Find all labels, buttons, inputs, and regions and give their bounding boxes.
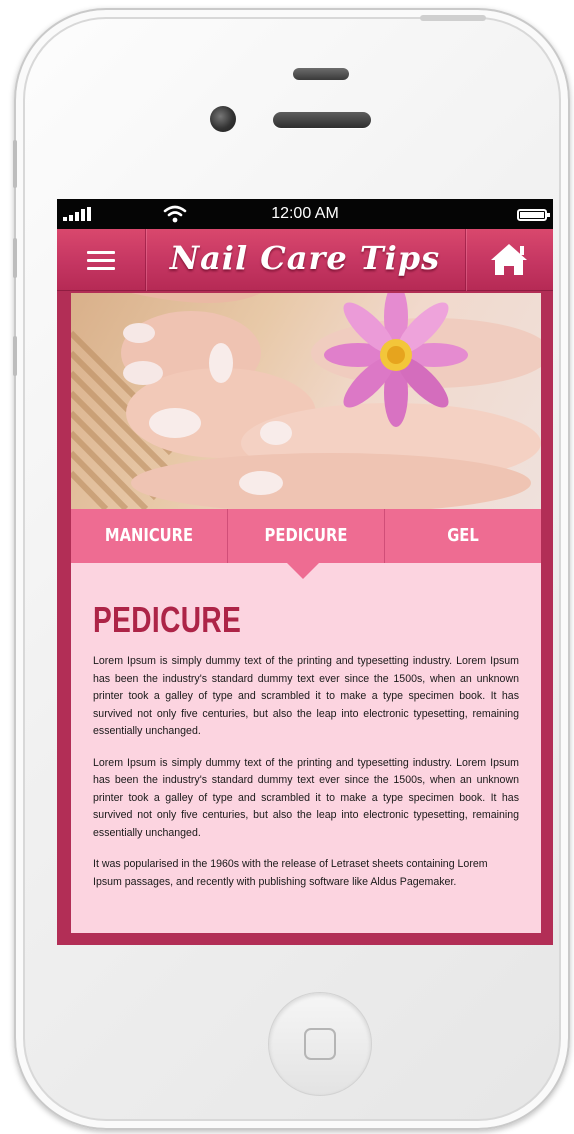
tab-pedicure[interactable]: PEDICURE [242,509,370,563]
front-camera [210,106,236,132]
battery-icon [517,209,550,221]
article-content: PEDICURE Lorem Ipsum is simply dummy tex… [71,563,541,933]
top-speaker [293,68,349,80]
article-paragraph: It was popularised in the 1960s with the… [93,858,488,888]
volume-down-button [13,336,17,376]
hero-image-nails-flower [71,293,541,509]
tab-manicure[interactable]: MANICURE [85,509,213,563]
home-button-square-icon [304,1028,336,1060]
article-paragraph: Lorem Ipsum is simply dummy text of the … [93,756,519,839]
status-time: 12:00 AM [271,205,339,222]
article-paragraph: Lorem Ipsum is simply dummy text of the … [93,655,519,737]
phone-screen: 12:00 AM Nail Care Tips MANICURE PEDICUR… [57,199,553,945]
mute-switch [13,140,17,188]
home-button[interactable] [268,992,372,1096]
home-icon [491,244,527,275]
status-bar: 12:00 AM [57,199,553,229]
earpiece-speaker [273,112,371,128]
active-tab-indicator [287,563,319,579]
category-tabs: MANICURE PEDICURE GEL [71,509,541,563]
tab-gel[interactable]: GEL [399,509,527,563]
menu-button[interactable] [57,229,145,291]
volume-up-button [13,238,17,278]
app-title: Nail Care Tips [169,239,441,277]
home-nav-button[interactable] [465,229,553,291]
app-header: Nail Care Tips [57,229,553,291]
power-button [420,15,486,21]
nails-photo [71,293,541,509]
article-heading: PEDICURE [93,599,242,640]
